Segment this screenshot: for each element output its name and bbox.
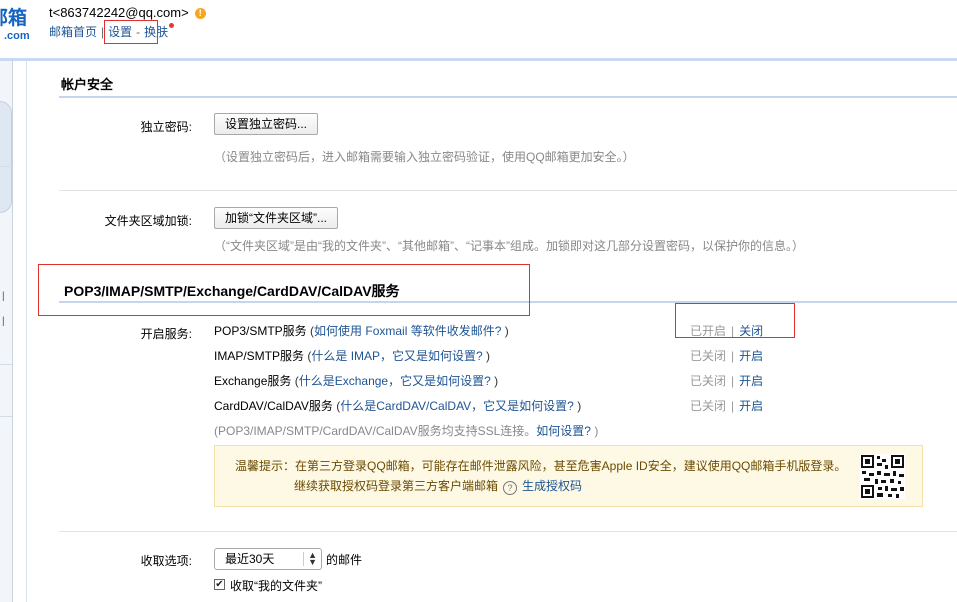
highlight-settings-box (104, 20, 158, 44)
tip-line-1: 温馨提示：在第三方登录QQ邮箱，可能存在邮件泄露风险，甚至危害Apple ID安… (235, 459, 847, 473)
status-separator: | (731, 374, 735, 388)
fetch-range-select[interactable]: 最近30天 ▲ ▼ (214, 548, 322, 570)
fetch-my-folders-checkbox[interactable]: ✔ (214, 579, 225, 590)
service-row-exchange: Exchange服务 (什么是Exchange，它又是如何设置? ) (214, 372, 498, 389)
independent-password-hint: （设置独立密码后，进入邮箱需要输入独立密码验证，使用QQ邮箱更加安全。） (214, 150, 635, 164)
status-separator: | (731, 349, 735, 363)
service-help-link[interactable]: 什么是 IMAP，它又是如何设置? (311, 349, 482, 363)
ssl-howto-link[interactable]: 如何设置? (536, 424, 591, 438)
highlight-pop-title-box (38, 264, 530, 316)
account-email-text: t<863742242@qq.com> (49, 5, 189, 20)
service-status-imap: 已关闭 | 开启 (690, 347, 763, 364)
select-value: 最近30天 (225, 552, 275, 566)
service-state: 已关闭 (690, 349, 727, 363)
service-status-carddav: 已关闭 | 开启 (690, 397, 763, 414)
tip-line-2-text: 继续获取授权码登录第三方客户端邮箱 (294, 479, 499, 493)
folder-lock-hint: （“文件夹区域”是由“我的文件夹”、“其他邮箱”、“记事本”组成。加锁即对这几部… (214, 239, 804, 253)
paren: ) (501, 324, 509, 338)
paren: ) (482, 349, 491, 363)
service-row-carddav: CardDAV/CalDAV服务 (什么是CardDAV/CalDAV，它又是如… (214, 397, 581, 414)
account-security-title: 帐户安全 (61, 77, 114, 92)
sidebar-divider (0, 166, 12, 167)
service-name: POP3/SMTP服务 (214, 324, 307, 338)
fetch-my-folders-label: 收取“我的文件夹” (230, 579, 322, 593)
warning-icon[interactable]: ! (194, 8, 206, 19)
service-row-pop3: POP3/SMTP服务 (如何使用 Foxmail 等软件收发邮件? ) (214, 322, 509, 339)
enable-services-label: 开启服务: (140, 327, 192, 341)
folder-lock-label: 文件夹区域加锁: (104, 214, 192, 228)
service-help-link[interactable]: 什么是CardDAV/CalDAV，它又是如何设置? (340, 399, 574, 413)
service-state: 已关闭 (690, 399, 727, 413)
qq-mail-logo[interactable]: 邮箱 .com (0, 8, 30, 44)
qr-code-icon (860, 454, 905, 499)
divider (59, 190, 957, 191)
ssl-note: (POP3/IMAP/SMTP/CardDAV/CalDAV服务均支持SSL连接… (214, 422, 598, 439)
paren: ) (573, 399, 582, 413)
tip-line-2: 继续获取授权码登录第三方客户端邮箱? 生成授权码 (294, 477, 582, 495)
logo-text: 邮箱 (0, 8, 28, 29)
sidebar-avatar-shape (0, 101, 12, 213)
section-title-underline (59, 96, 957, 98)
service-help-link[interactable]: 如何使用 Foxmail 等软件收发邮件? (314, 324, 501, 338)
highlight-pop3-status-box (675, 303, 795, 338)
toggle-carddav-button[interactable]: 开启 (739, 399, 763, 413)
generate-auth-code-link[interactable]: 生成授权码 (522, 479, 582, 493)
account-email: t<863742242@qq.com>! (49, 5, 206, 20)
service-name: IMAP/SMTP服务 (214, 349, 305, 363)
sidebar-divider (0, 416, 12, 417)
paren: ( (306, 324, 315, 338)
set-independent-password-button[interactable]: 设置独立密码... (214, 113, 319, 135)
sidebar-mark: | (2, 316, 5, 327)
service-row-imap: IMAP/SMTP服务 (什么是 IMAP，它又是如何设置? ) (214, 347, 490, 364)
fetch-suffix: 的邮件 (326, 553, 363, 567)
service-name: CardDAV/CalDAV服务 (214, 399, 333, 413)
paren: ( (291, 374, 299, 388)
toggle-exchange-button[interactable]: 开启 (739, 374, 763, 388)
warning-tip-box: 温馨提示：在第三方登录QQ邮箱，可能存在邮件泄露风险，甚至危害Apple ID安… (214, 445, 923, 507)
lock-folder-area-button[interactable]: 加锁“文件夹区域”... (214, 207, 338, 229)
sidebar-mark: | (2, 291, 5, 302)
ssl-note-text: (POP3/IMAP/SMTP/CardDAV/CalDAV服务均支持SSL连接… (214, 424, 537, 438)
service-status-exchange: 已关闭 | 开启 (690, 372, 763, 389)
logo-sub: .com (4, 30, 30, 42)
service-name: Exchange服务 (214, 374, 292, 388)
nav-mail-home[interactable]: 邮箱首页 (49, 25, 97, 39)
arrow-down-icon: ▼ (308, 557, 317, 567)
sidebar-divider (0, 364, 12, 365)
help-icon[interactable]: ? (503, 481, 518, 495)
settings-panel: 帐户安全 独立密码: 设置独立密码... （设置独立密码后，进入邮箱需要输入独立… (26, 61, 957, 602)
ssl-note-end: ) (590, 424, 599, 438)
service-state: 已关闭 (690, 374, 727, 388)
divider (59, 531, 957, 532)
independent-password-label: 独立密码: (140, 120, 192, 134)
toggle-imap-button[interactable]: 开启 (739, 349, 763, 363)
select-arrows-icon: ▲ ▼ (303, 551, 317, 567)
new-dot-icon (169, 23, 175, 28)
service-help-link[interactable]: 什么是Exchange，它又是如何设置? (299, 374, 491, 388)
left-sidebar[interactable]: | | (0, 61, 13, 602)
paren: ) (490, 374, 499, 388)
status-separator: | (731, 399, 735, 413)
fetch-options-label: 收取选项: (140, 554, 192, 568)
